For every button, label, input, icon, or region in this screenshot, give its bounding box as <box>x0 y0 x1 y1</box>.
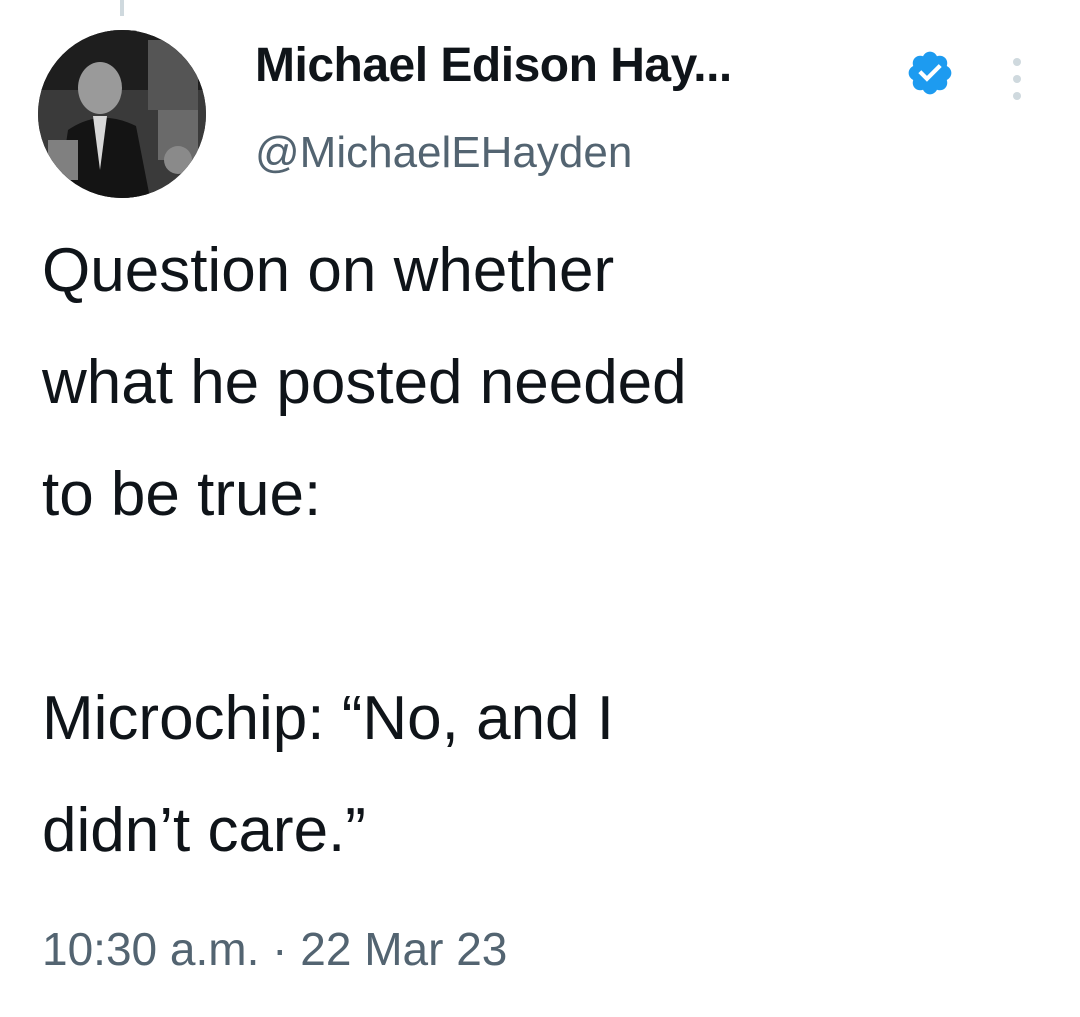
tweet-paragraph-2: Microchip: “No, and I didn’t care.” <box>42 684 614 865</box>
tweet-timestamp[interactable]: 10:30 a.m. · 22 Mar 23 <box>42 922 507 976</box>
tweet-date: 22 Mar 23 <box>300 923 508 975</box>
tweet-paragraph-1: Question on whether what he posted neede… <box>42 236 687 529</box>
more-vertical-icon[interactable] <box>1002 54 1032 104</box>
author-display-name[interactable]: Michael Edison Hay... <box>255 38 732 93</box>
avatar-photo <box>38 30 206 198</box>
avatar[interactable] <box>38 30 206 198</box>
tweet-time: 10:30 a.m. <box>42 923 260 975</box>
tweet-text: Question on whether what he posted neede… <box>42 215 1042 887</box>
verified-badge-icon <box>908 51 952 95</box>
timestamp-separator: · <box>272 923 288 975</box>
thread-connector-line <box>120 0 124 16</box>
author-handle[interactable]: @MichaelEHayden <box>255 128 632 178</box>
